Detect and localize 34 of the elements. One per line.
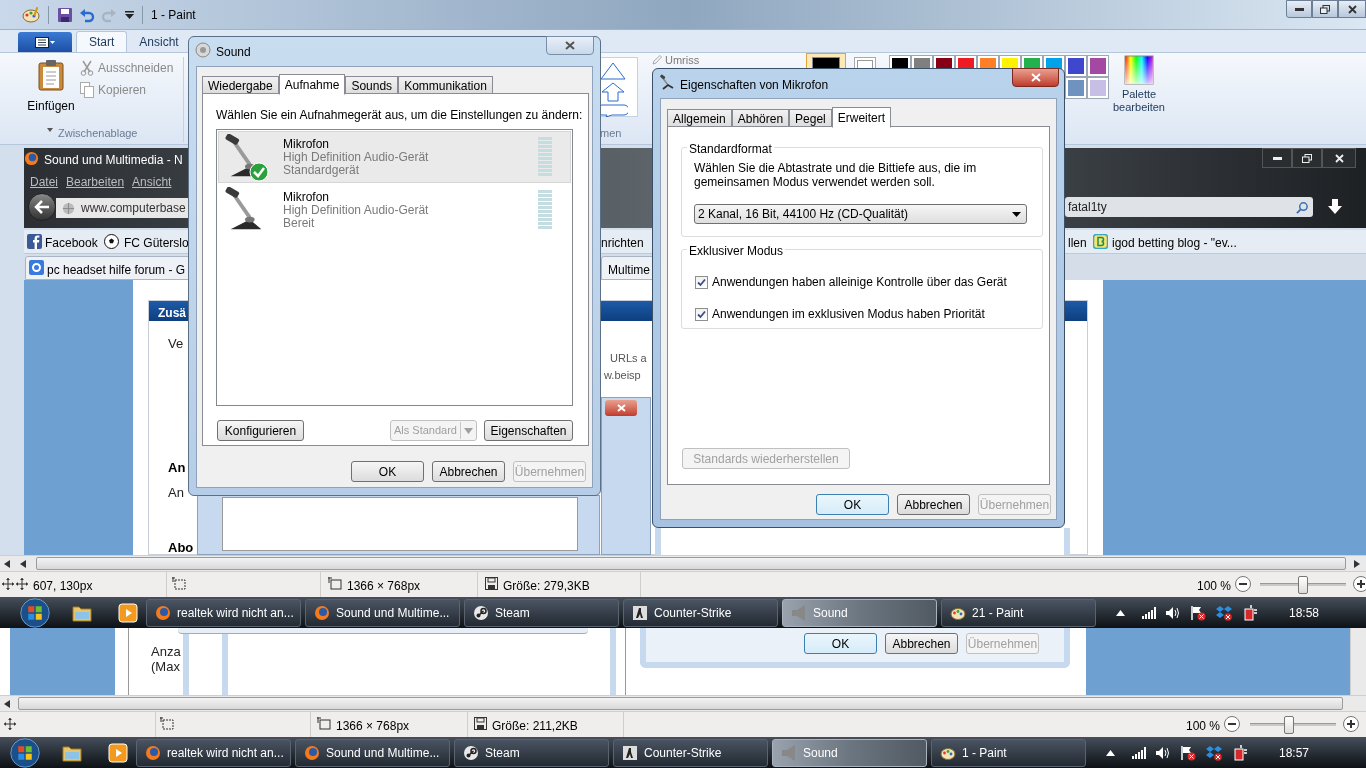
- hint-text: w.beisp: [604, 368, 641, 383]
- form-label: (Max: [151, 658, 180, 676]
- file-size: Größe: 279,3KB: [503, 578, 590, 595]
- form-label: Anza: [151, 643, 181, 661]
- device-driver: High Definition Audio-Gerät: [283, 150, 429, 164]
- dialog-title: Eigenschaften von Mikrofon: [680, 77, 829, 94]
- group-label: Zwischenablage: [58, 126, 138, 141]
- image-dimensions: 1366 × 768px: [347, 578, 421, 595]
- device-status: Bereit: [283, 216, 316, 230]
- section-heading: Abo: [168, 539, 194, 557]
- window-title: 1 - Paint: [151, 6, 196, 24]
- hint-text: URLs a: [610, 351, 647, 366]
- zoom-level: 100 %: [1186, 718, 1221, 735]
- clock: 18:58: [1289, 604, 1320, 622]
- dialog-title: Sound: [216, 44, 251, 61]
- checkbox-label: Anwendungen im exklusiven Modus haben Priorität: [712, 306, 985, 323]
- device-status: Standardgerät: [283, 163, 361, 177]
- device-driver: High Definition Audio-Gerät: [283, 203, 429, 217]
- form-label: Ve: [168, 335, 184, 353]
- checkbox-label: Anwendungen haben alleinige Kontrolle über das Gerät: [712, 274, 1007, 291]
- description-text: Wählen Sie die Abtastrate und die Bittiefe aus, die im gemeinsamen Modus verwendet werden soll.: [694, 161, 978, 189]
- section-heading: An: [168, 459, 186, 477]
- cursor-position: 607, 130px: [33, 578, 93, 595]
- browser-title: Sound und Multimedia - N: [44, 152, 183, 169]
- panel-title: Zusä: [158, 305, 186, 322]
- image-dimensions: 1366 × 768px: [336, 718, 410, 735]
- zoom-level: 100 %: [1197, 578, 1232, 595]
- device-name: Mikrofon: [283, 190, 330, 204]
- group-label: men: [600, 126, 622, 141]
- instruction-text: Wählen Sie ein Aufnahmegerät aus, um die Einstellungen zu ändern:: [216, 107, 583, 124]
- file-size: Größe: 211,2KB: [492, 718, 578, 735]
- form-label: An: [168, 484, 184, 502]
- device-name: Mikrofon: [283, 137, 330, 151]
- clock: 18:57: [1279, 744, 1310, 762]
